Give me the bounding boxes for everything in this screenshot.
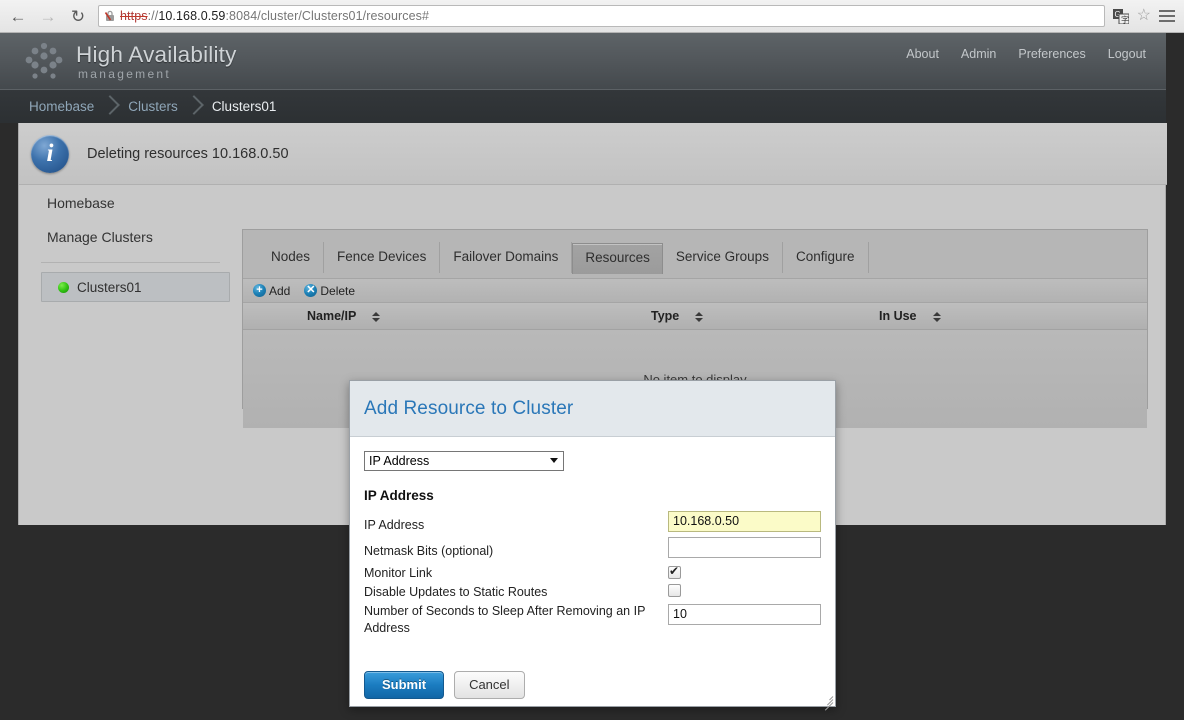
address-bar-url: https://10.168.0.59:8084/cluster/Cluster… [120, 9, 429, 23]
nav-about[interactable]: About [906, 47, 939, 61]
application-page: High Availability management About Admin… [0, 33, 1184, 720]
address-bar[interactable]: https://10.168.0.59:8084/cluster/Cluster… [98, 5, 1105, 27]
sort-arrows-icon[interactable] [695, 311, 704, 322]
chevron-right-icon [178, 90, 212, 124]
url-path: :8084/cluster/Clusters01/resources# [225, 9, 430, 23]
column-label: Name/IP [307, 309, 357, 323]
status-banner-text: Deleting resources 10.168.0.50 [87, 145, 289, 162]
disable-static-routes-checkbox[interactable] [668, 584, 681, 597]
label-monitor-link: Monitor Link [364, 566, 433, 580]
x-circle-icon: ✕ [304, 284, 318, 297]
sidebar-item-clusters01[interactable]: Clusters01 [41, 272, 230, 302]
hamburger-menu-icon[interactable] [1159, 10, 1175, 22]
add-resource-dialog: Add Resource to Cluster IP Address IP Ad… [349, 380, 836, 711]
sidebar-item-manage-clusters[interactable]: Manage Clusters [23, 220, 238, 254]
browser-actions: G 字 ☆ [1112, 8, 1184, 24]
top-nav: About Admin Preferences Logout [906, 47, 1146, 61]
green-status-dot [58, 281, 69, 293]
section-title: IP Address [364, 488, 434, 503]
dialog-title: Add Resource to Cluster [364, 397, 574, 419]
dialog-footer: Submit Cancel [350, 663, 835, 707]
tab-service-groups[interactable]: Service Groups [663, 242, 783, 273]
tab-nodes[interactable]: Nodes [258, 242, 325, 273]
url-scheme: https [120, 9, 148, 23]
sleep-seconds-input[interactable]: 10 [668, 604, 821, 625]
chevron-down-icon [550, 458, 558, 463]
plus-circle-icon: + [253, 284, 266, 297]
resource-type-select[interactable]: IP Address [364, 451, 564, 471]
app-title: High Availability [76, 41, 237, 67]
label-ip-address: IP Address [364, 518, 425, 532]
tab-bar: Nodes Fence Devices Failover Domains Res… [243, 230, 1147, 278]
star-icon[interactable]: ☆ [1137, 8, 1151, 24]
cancel-button[interactable]: Cancel [454, 671, 525, 699]
sort-arrows-icon[interactable] [372, 311, 381, 322]
column-label: In Use [879, 309, 917, 323]
dialog-body: IP Address IP Address IP Address 10.168.… [350, 437, 835, 711]
app-header: High Availability management About Admin… [0, 33, 1166, 89]
delete-button[interactable]: ✕ Delete [304, 284, 355, 298]
translate-icon[interactable]: G 字 [1112, 8, 1130, 24]
browser-toolbar: ← → ↻ https://10.168.0.59:8084/cluster/C… [0, 0, 1184, 33]
nav-logout[interactable]: Logout [1108, 47, 1146, 61]
breadcrumb-homebase[interactable]: Homebase [0, 90, 94, 124]
breadcrumb: Homebase Clusters Clusters01 [0, 89, 1166, 123]
sidebar: Homebase Manage Clusters Clusters01 [23, 186, 238, 302]
info-icon: i [31, 134, 69, 173]
status-banner: i Deleting resources 10.168.0.50 [19, 123, 1167, 185]
monitor-link-checkbox[interactable] [668, 564, 681, 579]
reload-icon[interactable]: ↻ [68, 6, 88, 26]
add-button-label: Add [269, 283, 291, 298]
tab-configure[interactable]: Configure [783, 242, 869, 273]
delete-button-label: Delete [320, 283, 356, 298]
sidebar-cluster-label: Clusters01 [77, 279, 142, 295]
sidebar-divider [41, 262, 220, 263]
forward-arrow-icon[interactable]: → [38, 6, 58, 26]
browser-nav-buttons: ← → ↻ [0, 6, 88, 26]
url-host: 10.168.0.59 [158, 9, 226, 23]
svg-text:字: 字 [1121, 14, 1129, 24]
tab-resources[interactable]: Resources [572, 243, 663, 274]
column-header-type[interactable]: Type [651, 303, 704, 330]
url-separator: :// [147, 9, 159, 23]
tab-failover-domains[interactable]: Failover Domains [440, 242, 573, 273]
column-label: Type [651, 309, 680, 323]
label-disable-static-routes: Disable Updates to Static Routes [364, 585, 548, 599]
nav-preferences[interactable]: Preferences [1018, 47, 1085, 61]
resize-grip-icon[interactable] [821, 693, 834, 711]
ip-address-input[interactable]: 10.168.0.50 [668, 511, 821, 532]
breadcrumb-clusters[interactable]: Clusters [128, 90, 178, 124]
column-header-name-ip[interactable]: Name/IP [307, 303, 381, 330]
app-subtitle: management [78, 66, 172, 81]
submit-button[interactable]: Submit [364, 671, 445, 699]
label-netmask-bits: Netmask Bits (optional) [364, 544, 494, 558]
dialog-header: Add Resource to Cluster [350, 381, 835, 437]
app-logo-text: High Availability management [76, 42, 237, 81]
netmask-bits-input[interactable] [668, 537, 821, 558]
back-arrow-icon[interactable]: ← [8, 6, 28, 26]
table-toolbar: + Add ✕ Delete [243, 278, 1147, 303]
sort-arrows-icon[interactable] [932, 311, 941, 322]
column-header-in-use[interactable]: In Use [879, 303, 941, 330]
label-sleep-seconds: Number of Seconds to Sleep After Removin… [364, 604, 646, 635]
nav-admin[interactable]: Admin [961, 47, 996, 61]
app-logo: High Availability management [22, 39, 237, 83]
resource-type-value: IP Address [369, 454, 430, 468]
chevron-right-icon [94, 90, 128, 124]
sidebar-item-homebase[interactable]: Homebase [23, 186, 238, 220]
tab-fence-devices[interactable]: Fence Devices [324, 242, 441, 273]
add-button[interactable]: + Add [253, 284, 290, 298]
table-header: Name/IP Type In Use [243, 303, 1147, 330]
insecure-lock-icon[interactable] [103, 9, 117, 23]
breadcrumb-current: Clusters01 [211, 98, 277, 114]
cluster-dots-logo [22, 39, 66, 83]
